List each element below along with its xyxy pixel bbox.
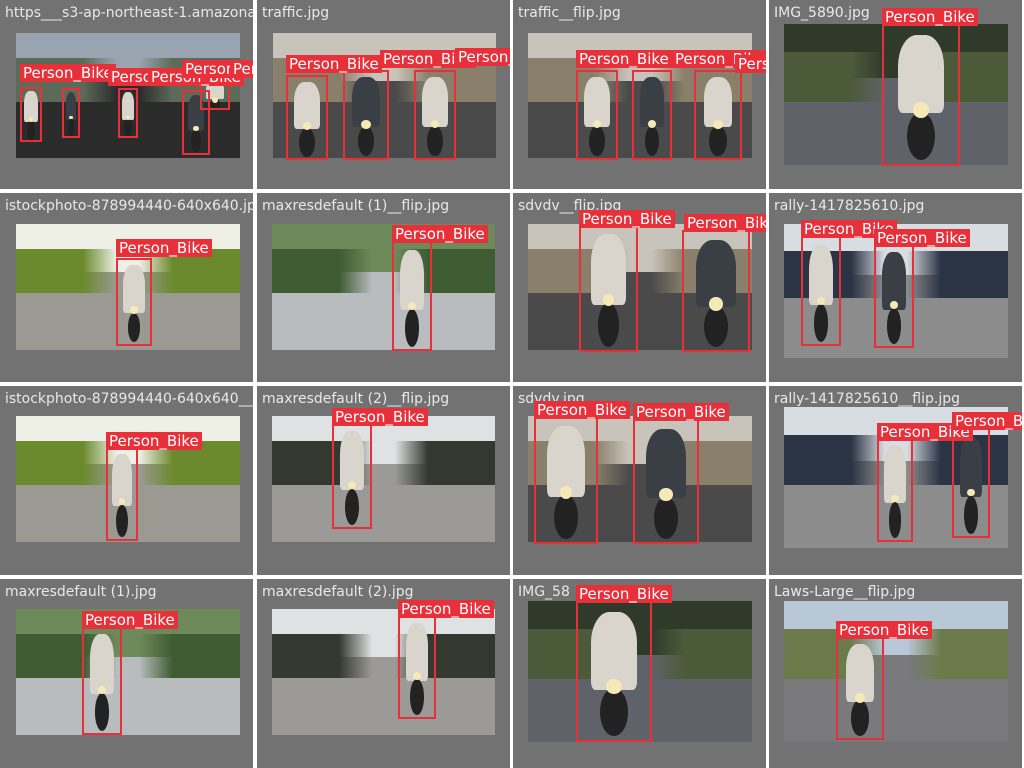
mosaic-tile: maxresdefault (1).jpg Person_Bike [0, 579, 253, 768]
detection-box [801, 236, 841, 346]
mosaic-tile: Laws-Large__flip.jpg Person_Bike [769, 579, 1022, 768]
detection-box [82, 625, 122, 735]
detection-label: Person_Bike [882, 8, 978, 26]
detection-label: Person_Bike [576, 585, 672, 603]
detection-box [576, 70, 618, 160]
mosaic-tile: IMG_5890.jpg Person_Bike [769, 0, 1022, 189]
detection-box [576, 601, 652, 742]
detection-box [633, 419, 699, 544]
detection-box [332, 423, 372, 529]
mosaic-tile: sdvdv.jpg Person_Bike Person_Bike [513, 386, 766, 575]
tile-filename: rally-1417825610__flip.jpg [774, 391, 960, 407]
scene-photo [272, 416, 495, 542]
detection-label: Person_Bike [392, 225, 488, 243]
mosaic-tile: maxresdefault (2).jpg Person_Bike [257, 579, 510, 768]
detection-label: Person_Bike [82, 611, 178, 629]
detection-label: Person_Bike [455, 48, 510, 66]
detection-box [118, 88, 138, 138]
detection-label: Person_Bike [332, 408, 428, 426]
detection-label: Person_Bike [576, 50, 672, 68]
detection-mosaic: https___s3-ap-northeast-1.amazonaws.com_… [0, 0, 1024, 768]
photo-foliage [272, 634, 495, 679]
detection-label: Person_Bike [534, 401, 630, 419]
tile-filename: IMG_5890.jpg [774, 5, 870, 21]
detection-box [882, 24, 960, 166]
detection-box [874, 244, 914, 348]
mosaic-tile: maxresdefault (1)__flip.jpg Person_Bike [257, 193, 510, 382]
detection-box [343, 70, 389, 160]
detection-box [534, 416, 598, 544]
detection-label: Person_Bike [836, 621, 932, 639]
detection-box [579, 224, 638, 352]
detection-box [286, 75, 328, 160]
photo-foliage [272, 249, 495, 294]
detection-label: Person_Bike [20, 64, 116, 82]
detection-box [20, 87, 42, 142]
detection-label: Person_Bike [230, 60, 253, 78]
detection-box [392, 241, 432, 351]
tile-filename: maxresdefault (1).jpg [5, 584, 157, 600]
detection-box [116, 258, 152, 346]
detection-label: Person_Bike [579, 210, 675, 228]
detection-label: Person_Bike [633, 403, 729, 421]
detection-label: Person_Bike [874, 229, 970, 247]
tile-filename: istockphoto-878994440-640x640__flip.jpg [5, 391, 253, 407]
detection-label: Person_Bike [286, 55, 382, 73]
detection-box [414, 70, 456, 160]
detection-box [682, 230, 750, 352]
detection-box [836, 636, 884, 740]
tile-filename: istockphoto-878994440-640x640.jpg [5, 198, 253, 214]
mosaic-tile: traffic__flip.jpg Person_Bike Person_Bike P… [513, 0, 766, 189]
detection-label: Person_Bike [735, 55, 766, 73]
detection-box [62, 88, 80, 138]
detection-box [877, 437, 913, 542]
detection-box [694, 70, 742, 160]
tile-filename: traffic.jpg [262, 5, 330, 21]
mosaic-tile: IMG_58 Person_Bike [513, 579, 766, 768]
tile-filename: rally-1417825610.jpg [774, 198, 925, 214]
detection-box [632, 70, 672, 160]
detection-label: Person_Bike [106, 432, 202, 450]
scene-photo [272, 609, 495, 735]
mosaic-tile: sdvdv__flip.jpgPerson_BikePerson_Bike [513, 193, 766, 382]
detection-label: Person_Bike [684, 214, 766, 232]
mosaic-tile: rally-1417825610__flip.jpg Person_Bike Per… [769, 386, 1022, 575]
detection-box [952, 428, 990, 538]
detection-box [106, 446, 138, 541]
tile-filename: IMG_58 [518, 584, 570, 600]
tile-filename: maxresdefault (2)__flip.jpg [262, 391, 450, 407]
tile-filename: traffic__flip.jpg [518, 5, 621, 21]
tile-filename: https___s3-ap-northeast-1.amazonaws.com_ [5, 5, 253, 21]
photo-foliage [16, 634, 240, 679]
mosaic-tile: rally-1417825610.jpg Person_Bike Person_Bi… [769, 193, 1022, 382]
detection-label: Person_Bike [116, 239, 212, 257]
photo-foliage [272, 441, 495, 486]
detection-label: Person_Bike [398, 600, 494, 618]
tile-filename: maxresdefault (1)__flip.jpg [262, 198, 450, 214]
mosaic-tile: https___s3-ap-northeast-1.amazonaws.com_… [0, 0, 253, 189]
tile-filename: Laws-Large__flip.jpg [774, 584, 916, 600]
tile-filename: maxresdefault (2).jpg [262, 584, 414, 600]
mosaic-tile: istockphoto-878994440-640x640.jpg Person_… [0, 193, 253, 382]
detection-box [398, 615, 436, 719]
mosaic-tile: maxresdefault (2)__flip.jpg Person_Bike [257, 386, 510, 575]
detection-label: Person_Bike [952, 412, 1022, 430]
mosaic-tile: traffic.jpgPerson_BikePerson_BikePerson_… [257, 0, 510, 189]
mosaic-tile: istockphoto-878994440-640x640__flip.jpg P… [0, 386, 253, 575]
